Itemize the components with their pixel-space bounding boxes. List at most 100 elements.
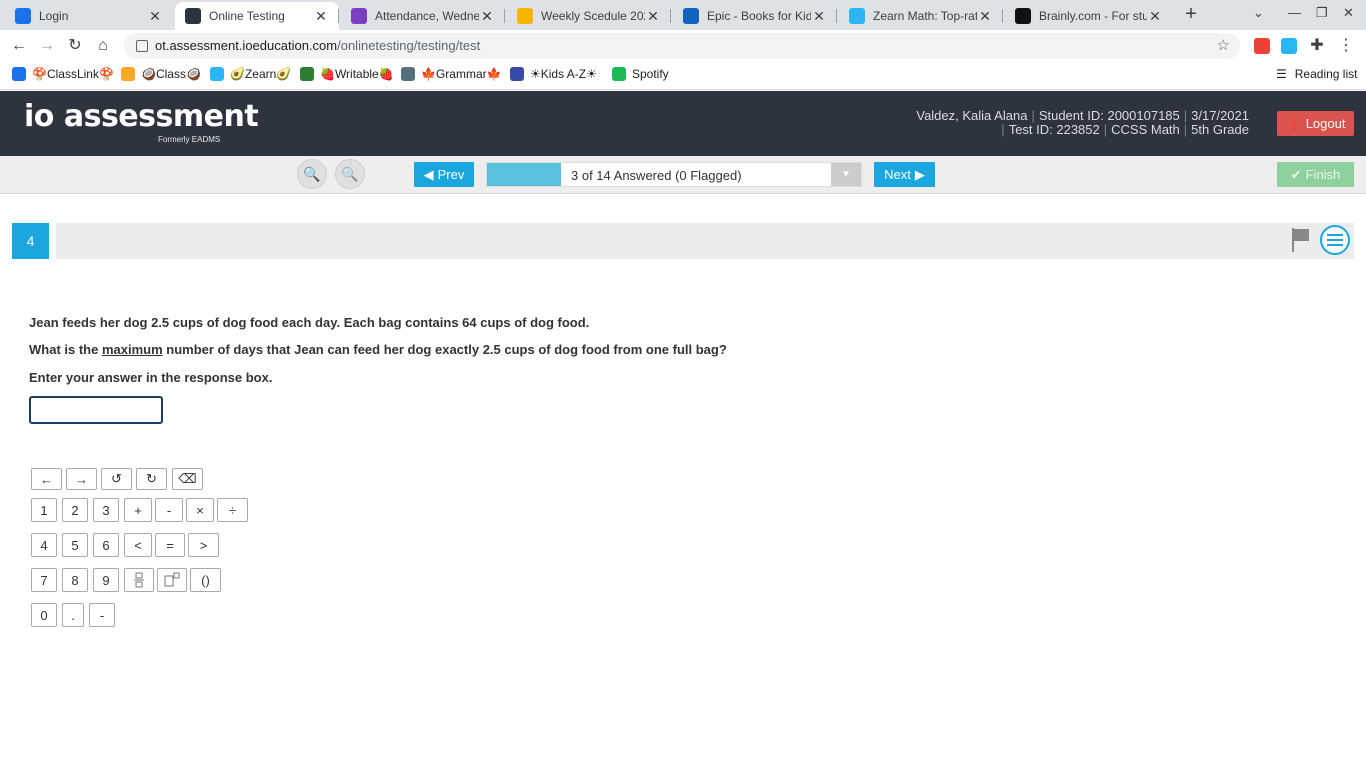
key-1[interactable]: 5 [62, 533, 88, 557]
tab-favicon-icon [185, 8, 201, 24]
logout-label: Logout [1305, 116, 1346, 131]
finish-button[interactable]: ✔ Finish [1277, 162, 1354, 187]
student-id: Student ID: 2000107185 [1038, 108, 1180, 123]
key-1[interactable]: 8 [62, 568, 88, 592]
bookmark-item[interactable]: 🍄ClassLink🍄 [12, 67, 114, 81]
prev-label: Prev [437, 167, 465, 182]
bookmark-star-icon[interactable]: ☆ [1217, 36, 1230, 54]
key-5[interactable]: × [186, 498, 214, 522]
clear-icon[interactable]: ⌫ [172, 468, 203, 490]
tab-attendance[interactable]: Attendance, Wednesda✕ [341, 2, 505, 30]
tab-title: Weekly Scedule 2021 - [541, 9, 645, 23]
reading-list-icon: ☰ [1276, 67, 1287, 81]
close-tab-icon[interactable]: ✕ [977, 8, 993, 25]
check-icon: ✔ [1290, 166, 1302, 182]
progress-text: 3 of 14 Answered (0 Flagged) [571, 168, 742, 183]
key-0[interactable]: 0 [31, 603, 57, 627]
key-4[interactable]: - [155, 498, 183, 522]
answer-input[interactable] [29, 396, 163, 424]
key-label: 5 [71, 537, 79, 553]
zoom-in-button[interactable]: 🔍 [297, 159, 327, 189]
address-bar[interactable]: ot.assessment.ioeducation.com/onlinetest… [124, 33, 1240, 59]
parentheses-key[interactable]: () [190, 568, 221, 592]
key-3[interactable]: + [124, 498, 152, 522]
cursor-left-icon[interactable]: ← [31, 468, 62, 490]
close-tab-icon[interactable]: ✕ [313, 8, 329, 25]
lock-icon [136, 40, 148, 52]
key-2[interactable]: 9 [93, 568, 119, 592]
bookmark-item[interactable]: 🥥Class🥥 [121, 67, 201, 81]
bookmark-item[interactable]: 🥑Zearn🥑 [210, 67, 291, 81]
exponent-key[interactable] [157, 568, 187, 592]
back-icon[interactable]: ← [9, 36, 29, 56]
key-2[interactable]: 3 [93, 498, 119, 522]
question-header-bar [56, 223, 1354, 259]
bookmark-item[interactable]: ☀Kids A-Z☀ [510, 67, 597, 81]
logout-button[interactable]: ❗ Logout [1277, 111, 1354, 136]
tab-login[interactable]: Login ✕ [5, 2, 173, 30]
tab-separator [836, 9, 837, 23]
key-2[interactable]: - [89, 603, 115, 627]
key-0[interactable]: 7 [31, 568, 57, 592]
close-tab-icon[interactable]: ✕ [645, 8, 661, 25]
zoom-out-button[interactable]: 🔍 [335, 159, 365, 189]
tab-separator [670, 9, 671, 23]
restore-button[interactable]: ❐ [1316, 5, 1328, 21]
bookmark-item[interactable]: 🍁Grammar🍁 [401, 67, 502, 81]
new-tab-button[interactable]: + [1180, 4, 1202, 26]
extension-icon[interactable] [1281, 38, 1297, 54]
close-tab-icon[interactable]: ✕ [147, 8, 163, 25]
next-button[interactable]: Next ▶ [874, 162, 935, 187]
cursor-right-icon[interactable]: → [66, 468, 97, 490]
extension-icon[interactable] [1254, 38, 1270, 54]
tab-title: Attendance, Wednesda [375, 9, 479, 23]
bookmark-label: ☀Kids A-Z☀ [530, 67, 597, 81]
tab-search-icon[interactable]: ⌄ [1253, 5, 1264, 21]
key-5[interactable]: > [188, 533, 219, 557]
home-icon[interactable]: ⌂ [93, 36, 113, 56]
key-label: = [166, 537, 174, 553]
bookmark-item[interactable]: Spotify [612, 67, 669, 81]
close-tab-icon[interactable]: ✕ [479, 8, 495, 25]
key-0[interactable]: 4 [31, 533, 57, 557]
tab-favicon-icon [351, 8, 367, 24]
chevron-down-icon[interactable]: ▼ [831, 163, 861, 186]
student-name: Valdez, Kalia Alana [916, 108, 1028, 123]
key-1[interactable]: . [62, 603, 84, 627]
key-1[interactable]: 2 [62, 498, 88, 522]
flag-icon[interactable] [1291, 227, 1311, 253]
tab-weekly-schedule[interactable]: Weekly Scedule 2021 -✕ [507, 2, 671, 30]
question-menu-button[interactable] [1320, 225, 1350, 255]
tab-online-testing[interactable]: Online Testing ✕ [175, 2, 339, 30]
tab-epic[interactable]: Epic - Books for Kids ✕ [673, 2, 837, 30]
forward-icon[interactable]: → [37, 36, 57, 56]
reading-list[interactable]: ☰ Reading list [1276, 67, 1357, 81]
tab-favicon-icon [517, 8, 533, 24]
close-tab-icon[interactable]: ✕ [811, 8, 827, 25]
bookmarks-bar: 🍄ClassLink🍄 🥥Class🥥 🥑Zearn🥑 🍓Writable🍓 🍁Gram… [0, 62, 1366, 90]
question-instruction: Enter your answer in the response box. [29, 370, 273, 385]
question-number: 4 [12, 223, 49, 259]
key-label: > [199, 537, 208, 553]
key-3[interactable]: < [124, 533, 152, 557]
redo-icon[interactable]: ↻ [136, 468, 167, 490]
key-label: . [71, 607, 75, 623]
fraction-key[interactable] [124, 568, 154, 592]
bookmark-icon [121, 67, 135, 81]
undo-icon[interactable]: ↺ [101, 468, 132, 490]
extensions-puzzle-icon[interactable]: ✚ [1307, 36, 1327, 56]
key-6[interactable]: ÷ [217, 498, 248, 522]
tab-brainly[interactable]: Brainly.com - For stude✕ [1005, 2, 1173, 30]
tab-zearn[interactable]: Zearn Math: Top-rated✕ [839, 2, 1003, 30]
question-progress-dropdown[interactable]: 3 of 14 Answered (0 Flagged) ▼ [486, 162, 862, 187]
close-tab-icon[interactable]: ✕ [1147, 8, 1163, 25]
close-window-button[interactable]: ✕ [1343, 5, 1354, 21]
reload-icon[interactable]: ↻ [65, 36, 85, 56]
key-0[interactable]: 1 [31, 498, 57, 522]
minimize-button[interactable]: — [1288, 5, 1301, 20]
key-4[interactable]: = [155, 533, 185, 557]
prev-button[interactable]: ◀ Prev [414, 162, 474, 187]
key-2[interactable]: 6 [93, 533, 119, 557]
menu-kebab-icon[interactable]: ⋮ [1336, 36, 1356, 56]
bookmark-item[interactable]: 🍓Writable🍓 [300, 67, 394, 81]
